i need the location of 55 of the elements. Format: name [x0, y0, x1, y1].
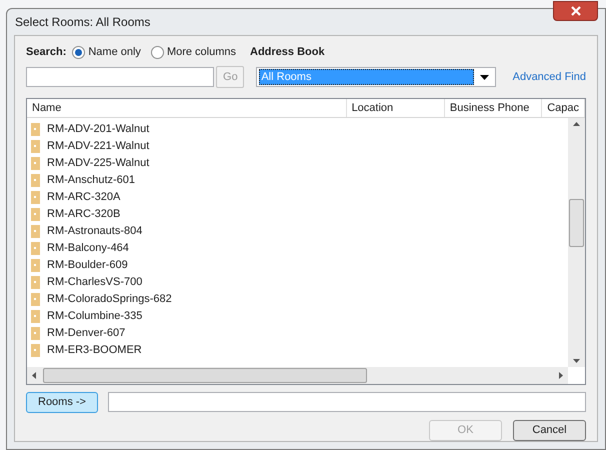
scroll-right-icon — [559, 372, 563, 379]
dropdown-arrow-icon — [480, 74, 489, 80]
room-icon — [31, 123, 40, 136]
room-icon — [31, 344, 40, 357]
column-header[interactable]: Capac — [542, 99, 585, 117]
room-icon — [31, 174, 40, 187]
room-icon — [31, 310, 40, 323]
room-row[interactable]: RM-CharlesVS-700 — [27, 274, 568, 291]
rooms-button[interactable]: Rooms -> — [26, 392, 98, 412]
rooms-field[interactable] — [108, 392, 586, 412]
search-option[interactable]: More columns — [150, 44, 236, 60]
room-icon — [31, 208, 40, 221]
room-row[interactable]: RM-ADV-225-Walnut — [27, 155, 568, 172]
room-row[interactable]: RM-ADV-221-Walnut — [27, 138, 568, 155]
room-row[interactable]: RM-Balcony-464 — [27, 240, 568, 257]
room-icon — [31, 140, 40, 153]
room-icon — [31, 259, 40, 272]
room-icon — [31, 157, 40, 170]
scroll-up-icon — [573, 122, 580, 126]
scroll-thumb[interactable] — [43, 368, 367, 383]
radio-button[interactable] — [150, 46, 164, 58]
scroll-down-icon — [573, 359, 580, 363]
room-row[interactable]: RM-ER3-BOOMER — [27, 342, 568, 359]
room-row[interactable]: RM-ARC-320B — [27, 206, 568, 223]
room-row[interactable]: RM-Denver-607 — [27, 325, 568, 342]
room-row[interactable]: RM-ADV-201-Walnut — [27, 121, 568, 138]
advanced-find-link[interactable]: Advanced Find — [512, 68, 586, 86]
scroll-left-icon — [32, 372, 36, 379]
window-title: Select Rooms: All Rooms — [15, 14, 150, 31]
room-row[interactable]: RM-Boulder-609 — [27, 257, 568, 274]
room-icon — [31, 242, 40, 255]
scroll-thumb[interactable] — [569, 199, 584, 247]
room-row[interactable]: RM-ColoradoSprings-682 — [27, 291, 568, 308]
room-icon — [31, 225, 40, 238]
vertical-scrollbar[interactable] — [568, 118, 585, 367]
horizontal-scrollbar[interactable] — [27, 367, 568, 384]
room-icon — [31, 293, 40, 306]
dialog-button[interactable]: Cancel — [513, 420, 586, 441]
search-option[interactable]: Name only — [72, 44, 141, 60]
search-label: Search: — [26, 44, 66, 60]
room-icon — [31, 191, 40, 204]
column-header[interactable]: Business Phone — [444, 99, 542, 117]
room-row[interactable]: RM-Anschutz-601 — [27, 172, 568, 189]
close-icon — [570, 6, 580, 16]
search-field[interactable] — [26, 67, 214, 87]
room-icon — [31, 276, 40, 289]
column-header[interactable]: Name — [27, 99, 347, 117]
address-book-label: Address Book — [250, 44, 325, 60]
room-row[interactable]: RM-Columbine-335 — [27, 308, 568, 325]
room-icon — [31, 327, 40, 340]
radio-button[interactable] — [72, 46, 86, 58]
room-row[interactable]: RM-Astronauts-804 — [27, 223, 568, 240]
column-header[interactable]: Location — [346, 99, 445, 117]
room-row[interactable]: RM-ARC-320A — [27, 189, 568, 206]
close-button[interactable] — [553, 1, 598, 21]
